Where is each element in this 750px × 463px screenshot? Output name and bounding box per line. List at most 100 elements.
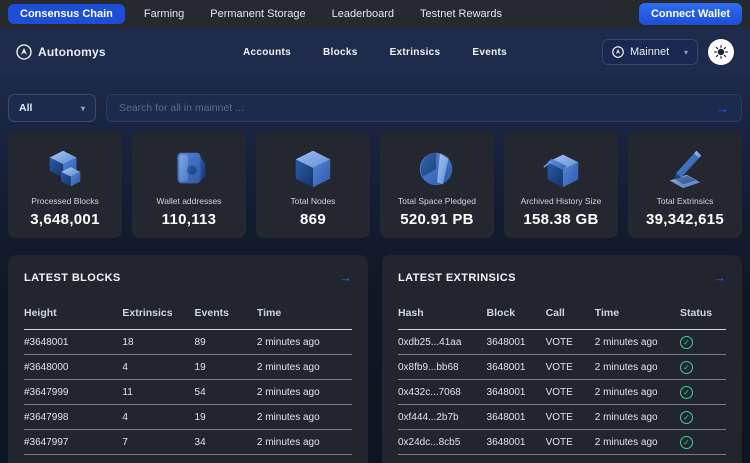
block-row[interactable]: #3647997 7 34 2 minutes ago	[24, 430, 352, 455]
extrinsic-call: VOTE	[546, 412, 595, 423]
search-box: →	[106, 94, 742, 122]
stat-label: Archived History Size	[521, 196, 602, 206]
extrinsic-row[interactable]: 0xf444...2b7b 3648001 VOTE 2 minutes ago…	[398, 405, 726, 430]
extrinsic-call: VOTE	[546, 437, 595, 448]
col-block: Block	[487, 307, 546, 319]
main-nav: Accounts Blocks Extrinsics Events	[243, 47, 507, 58]
brand[interactable]: Autonomys	[16, 44, 106, 60]
block-height[interactable]: #3648000	[24, 362, 122, 373]
wallet-addresses-icon	[166, 147, 212, 191]
col-extrinsics: Extrinsics	[122, 307, 194, 319]
latest-blocks-arrow-icon[interactable]: →	[339, 270, 352, 285]
block-row[interactable]: #3648000 4 19 2 minutes ago	[24, 355, 352, 380]
block-time: 2 minutes ago	[257, 387, 352, 398]
block-height[interactable]: #3648001	[24, 337, 122, 348]
network-selector[interactable]: Mainnet ▾	[602, 39, 698, 65]
block-row[interactable]: #3648001 18 89 2 minutes ago	[24, 330, 352, 355]
search-submit-arrow-icon[interactable]: →	[716, 101, 729, 116]
tab-permanent-storage[interactable]: Permanent Storage	[197, 8, 318, 20]
block-extrinsics: 18	[122, 337, 194, 348]
stat-value: 158.38 GB	[523, 211, 598, 228]
extrinsic-row[interactable]: 0x8fb9...bb68 3648001 VOTE 2 minutes ago…	[398, 355, 726, 380]
col-height: Height	[24, 307, 122, 319]
latest-blocks-title: LATEST BLOCKS	[24, 272, 121, 284]
tab-testnet-rewards[interactable]: Testnet Rewards	[407, 8, 515, 20]
chevron-down-icon: ▾	[81, 104, 85, 113]
stat-value: 39,342,615	[646, 211, 724, 228]
search-filter-select[interactable]: All ▾	[8, 94, 96, 122]
stat-label: Total Extrinsics	[657, 196, 714, 206]
block-row[interactable]: #3647999 11 54 2 minutes ago	[24, 380, 352, 405]
status-success-icon: ✓	[680, 361, 693, 374]
app-topbar: Consensus Chain Farming Permanent Storag…	[0, 0, 750, 28]
latest-extrinsics-title: LATEST EXTRINSICS	[398, 272, 516, 284]
latest-extrinsics-arrow-icon[interactable]: →	[713, 270, 726, 285]
col-time: Time	[595, 307, 680, 319]
brand-name: Autonomys	[38, 45, 106, 59]
header-right: Mainnet ▾	[602, 39, 734, 65]
extrinsic-time: 2 minutes ago	[595, 412, 680, 423]
stat-label: Processed Blocks	[31, 196, 99, 206]
nav-extrinsics[interactable]: Extrinsics	[390, 47, 441, 58]
extrinsic-row[interactable]: 0x24dc...8cb5 3648001 VOTE 2 minutes ago…	[398, 430, 726, 455]
block-extrinsics: 7	[122, 437, 194, 448]
stat-label: Total Nodes	[291, 196, 336, 206]
tab-farming[interactable]: Farming	[131, 8, 197, 20]
stat-card-space-pledged: Total Space Pledged 520.91 PB	[380, 132, 494, 238]
extrinsic-block[interactable]: 3648001	[487, 362, 546, 373]
stat-label: Total Space Pledged	[398, 196, 476, 206]
tab-leaderboard[interactable]: Leaderboard	[319, 8, 407, 20]
extrinsic-call: VOTE	[546, 387, 595, 398]
nav-accounts[interactable]: Accounts	[243, 47, 291, 58]
extrinsic-block[interactable]: 3648001	[487, 337, 546, 348]
block-time: 2 minutes ago	[257, 437, 352, 448]
block-height[interactable]: #3647998	[24, 412, 122, 423]
block-extrinsics: 4	[122, 412, 194, 423]
latest-blocks-head: LATEST BLOCKS →	[24, 255, 352, 299]
extrinsic-block[interactable]: 3648001	[487, 437, 546, 448]
sun-icon	[714, 45, 728, 59]
stat-card-wallet-addresses: Wallet addresses 110,113	[132, 132, 246, 238]
total-extrinsics-icon	[662, 147, 708, 191]
extrinsic-hash[interactable]: 0x432c...7068	[398, 387, 487, 398]
connect-wallet-button[interactable]: Connect Wallet	[639, 3, 742, 25]
extrinsic-hash[interactable]: 0xdb25...41aa	[398, 337, 487, 348]
extrinsic-hash[interactable]: 0x24dc...8cb5	[398, 437, 487, 448]
search-row: All ▾ →	[8, 94, 742, 122]
extrinsic-block[interactable]: 3648001	[487, 412, 546, 423]
extrinsic-block[interactable]: 3648001	[487, 387, 546, 398]
stats-cards: Processed Blocks 3,648,001 Wallet addres…	[8, 132, 742, 238]
tab-consensus-chain[interactable]: Consensus Chain	[8, 4, 125, 24]
extrinsic-time: 2 minutes ago	[595, 362, 680, 373]
latest-extrinsics-head: LATEST EXTRINSICS →	[398, 255, 726, 299]
network-selected-label: Mainnet	[630, 46, 669, 58]
nav-blocks[interactable]: Blocks	[323, 47, 358, 58]
block-time: 2 minutes ago	[257, 362, 352, 373]
extrinsic-hash[interactable]: 0x8fb9...bb68	[398, 362, 487, 373]
extrinsic-row[interactable]: 0xdb25...41aa 3648001 VOTE 2 minutes ago…	[398, 330, 726, 355]
col-status: Status	[680, 307, 726, 319]
block-events: 89	[195, 337, 257, 348]
latest-extrinsics-panel: LATEST EXTRINSICS → Hash Block Call Time…	[382, 255, 742, 463]
extrinsic-row[interactable]: 0x432c...7068 3648001 VOTE 2 minutes ago…	[398, 380, 726, 405]
theme-toggle-button[interactable]	[708, 39, 734, 65]
archived-history-icon	[538, 147, 584, 191]
search-input[interactable]	[119, 102, 716, 114]
status-success-icon: ✓	[680, 411, 693, 424]
extrinsic-hash[interactable]: 0xf444...2b7b	[398, 412, 487, 423]
latest-blocks-panel: LATEST BLOCKS → Height Extrinsics Events…	[8, 255, 368, 463]
block-height[interactable]: #3647997	[24, 437, 122, 448]
block-row[interactable]: #3647998 4 19 2 minutes ago	[24, 405, 352, 430]
col-call: Call	[546, 307, 595, 319]
block-extrinsics: 4	[122, 362, 194, 373]
stat-value: 869	[300, 211, 326, 228]
search-filter-value: All	[19, 102, 32, 114]
total-nodes-icon	[290, 147, 336, 191]
stat-card-processed-blocks: Processed Blocks 3,648,001	[8, 132, 122, 238]
block-height[interactable]: #3647999	[24, 387, 122, 398]
nav-events[interactable]: Events	[472, 47, 507, 58]
explorer-header: Autonomys Accounts Blocks Extrinsics Eve…	[0, 28, 750, 76]
block-events: 19	[195, 362, 257, 373]
stat-value: 110,113	[162, 211, 217, 228]
status-success-icon: ✓	[680, 386, 693, 399]
